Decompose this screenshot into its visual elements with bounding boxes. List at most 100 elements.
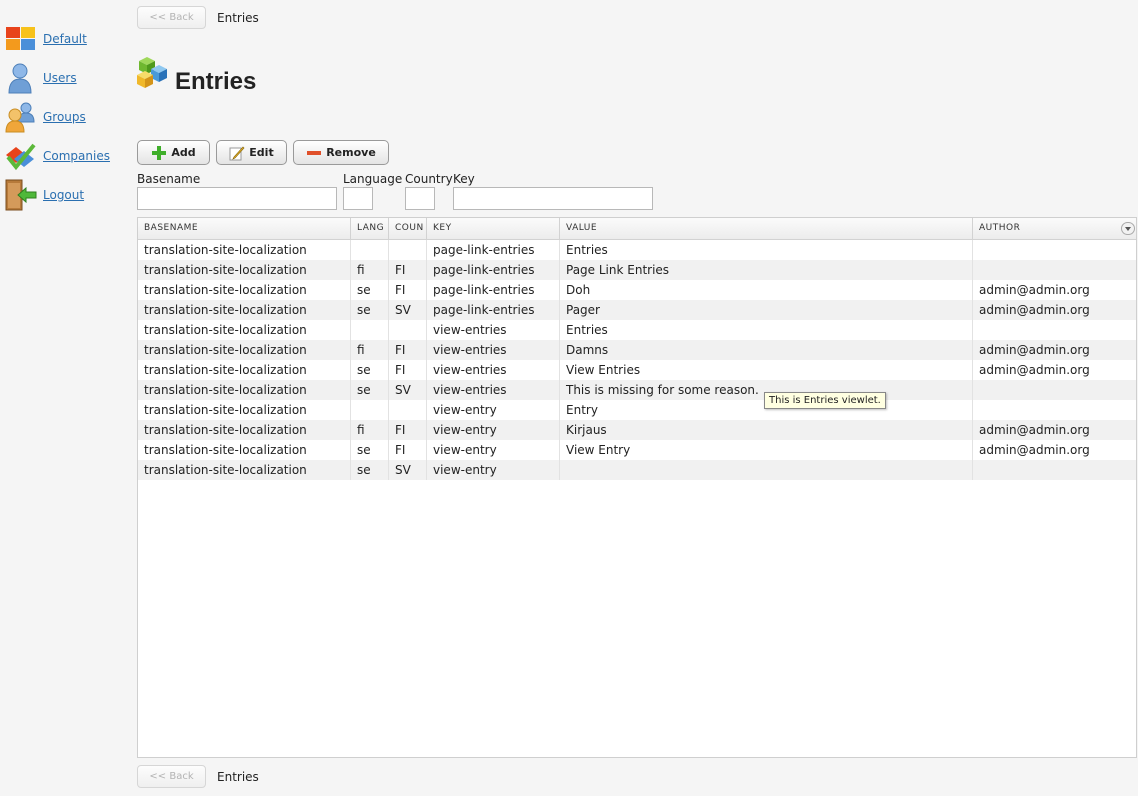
cell-country: SV — [389, 380, 427, 400]
remove-button[interactable]: Remove — [293, 140, 389, 165]
language-filter-input[interactable] — [343, 187, 373, 210]
cell-author: admin@admin.org — [979, 303, 1090, 317]
cell-value: Kirjaus — [560, 420, 973, 440]
column-menu-dropdown-icon[interactable] — [1121, 222, 1135, 235]
companies-icon — [6, 143, 36, 171]
cell-author: admin@admin.org — [979, 283, 1090, 297]
cell-country: FI — [389, 280, 427, 300]
cell-basename: translation-site-localization — [138, 280, 351, 300]
cell-author — [973, 320, 1136, 340]
cell-key: view-entry — [427, 400, 560, 420]
sidebar-link-groups[interactable]: Groups — [43, 110, 86, 124]
column-header-basename[interactable]: BASENAME — [138, 218, 351, 239]
cell-language: se — [351, 440, 389, 460]
cell-author: admin@admin.org — [979, 423, 1090, 437]
cell-language: se — [351, 300, 389, 320]
cell-basename: translation-site-localization — [138, 360, 351, 380]
cell-country: FI — [389, 420, 427, 440]
user-icon — [8, 63, 32, 94]
column-header-author[interactable]: AUTHOR — [973, 218, 1136, 239]
cell-basename: translation-site-localization — [138, 320, 351, 340]
cell-key: view-entry — [427, 420, 560, 440]
column-header-key[interactable]: KEY — [427, 218, 560, 239]
cell-author: admin@admin.org — [979, 363, 1090, 377]
table-row[interactable]: translation-site-localization fi FI view-en… — [138, 420, 1136, 440]
column-header-value[interactable]: VALUE — [560, 218, 973, 239]
cell-author — [973, 260, 1136, 280]
sidebar-item-logout[interactable]: Logout — [4, 178, 129, 214]
basename-filter-input[interactable] — [137, 187, 337, 210]
cell-value: Doh — [560, 280, 973, 300]
cell-basename: translation-site-localization — [138, 340, 351, 360]
cubes-icon — [137, 57, 167, 88]
cell-basename: translation-site-localization — [138, 460, 351, 480]
table-row[interactable]: translation-site-localization se FI view-en… — [138, 360, 1136, 380]
cell-author: admin@admin.org — [979, 443, 1090, 457]
cell-value: Page Link Entries — [560, 260, 973, 280]
cell-key: view-entries — [427, 320, 560, 340]
group-icon — [5, 102, 35, 133]
cell-key: page-link-entries — [427, 280, 560, 300]
cell-language: se — [351, 360, 389, 380]
cell-basename: translation-site-localization — [138, 240, 351, 260]
default-windows-icon — [6, 27, 35, 50]
cell-language: se — [351, 280, 389, 300]
remove-button-label: Remove — [326, 146, 376, 159]
cell-language: fi — [351, 420, 389, 440]
table-row[interactable]: translation-site-localization fi FI page-li… — [138, 260, 1136, 280]
bottom-navbar: << Back Entries — [137, 765, 437, 789]
table-row[interactable]: translation-site-localization se SV view-en… — [138, 460, 1136, 480]
cell-country: SV — [389, 460, 427, 480]
cell-country: FI — [389, 440, 427, 460]
logout-door-icon — [5, 179, 37, 211]
back-button-bottom[interactable]: << Back — [137, 765, 206, 788]
sidebar-link-users[interactable]: Users — [43, 71, 77, 85]
cell-country — [389, 400, 427, 420]
sidebar-link-default[interactable]: Default — [43, 32, 87, 46]
table-row[interactable]: translation-site-localization view-entrie… — [138, 320, 1136, 340]
country-filter-label: Country — [405, 172, 453, 186]
cell-country: SV — [389, 300, 427, 320]
sidebar-item-default[interactable]: Default — [4, 22, 129, 58]
cell-basename: translation-site-localization — [138, 440, 351, 460]
back-button-top[interactable]: << Back — [137, 6, 206, 29]
cell-value: View Entries — [560, 360, 973, 380]
cell-country — [389, 320, 427, 340]
edit-pencil-icon — [229, 145, 245, 160]
breadcrumb-top: Entries — [217, 11, 259, 25]
sidebar-item-companies[interactable]: Companies — [4, 139, 129, 175]
country-filter-input[interactable] — [405, 187, 435, 210]
column-header-country[interactable]: COUN — [389, 218, 427, 239]
table-row[interactable]: translation-site-localization se SV page-li… — [138, 300, 1136, 320]
sidebar-item-groups[interactable]: Groups — [4, 100, 129, 136]
sidebar-link-companies[interactable]: Companies — [43, 149, 110, 163]
table-row[interactable]: translation-site-localization view-entry E… — [138, 400, 1136, 420]
table-row[interactable]: translation-site-localization page-link-e… — [138, 240, 1136, 260]
cell-value: Entries — [560, 240, 973, 260]
cell-author: admin@admin.org — [979, 343, 1090, 357]
table-row[interactable]: translation-site-localization fi FI view-en… — [138, 340, 1136, 360]
cell-author — [973, 400, 1136, 420]
table-row[interactable]: translation-site-localization se FI page-li… — [138, 280, 1136, 300]
edit-button[interactable]: Edit — [216, 140, 287, 165]
cell-language: se — [351, 380, 389, 400]
cell-country: FI — [389, 360, 427, 380]
entries-grid: BASENAME LANG COUN KEY VALUE AUTHOR tran… — [137, 217, 1137, 758]
cell-key: page-link-entries — [427, 300, 560, 320]
table-row[interactable]: translation-site-localization se SV view-en… — [138, 380, 1136, 400]
cell-value: Entries — [560, 320, 973, 340]
remove-minus-icon — [307, 150, 322, 155]
cell-language: se — [351, 460, 389, 480]
top-navbar: << Back Entries — [137, 6, 437, 30]
breadcrumb-bottom: Entries — [217, 770, 259, 784]
tooltip: This is Entries viewlet. — [764, 392, 886, 409]
table-row[interactable]: translation-site-localization se FI view-en… — [138, 440, 1136, 460]
cell-author — [973, 380, 1136, 400]
column-header-language[interactable]: LANG — [351, 218, 389, 239]
add-button[interactable]: Add — [137, 140, 210, 165]
sidebar-link-logout[interactable]: Logout — [43, 188, 84, 202]
key-filter-input[interactable] — [453, 187, 653, 210]
cell-country — [389, 240, 427, 260]
cell-language: fi — [351, 260, 389, 280]
sidebar-item-users[interactable]: Users — [4, 61, 129, 97]
